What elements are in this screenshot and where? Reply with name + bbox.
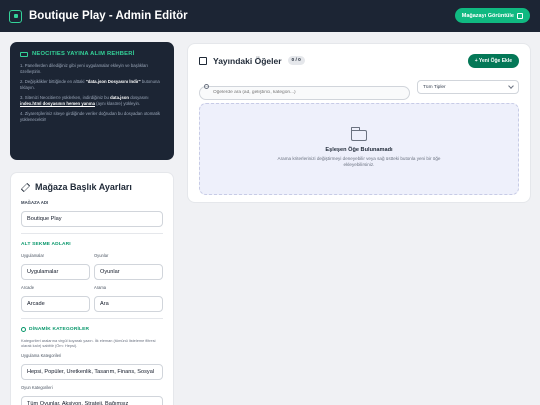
search-icon — [204, 84, 209, 89]
guide-title: NEOCITIES YAYINA ALIM REHBERİ — [20, 51, 164, 57]
item-count-badge: 0 / 0 — [287, 56, 305, 65]
divider — [21, 233, 163, 234]
empty-state-title: Eşleşen Öğe Bulunamadı — [325, 147, 393, 153]
publish-guide-panel: NEOCITIES YAYINA ALIM REHBERİ 1. Panelle… — [10, 42, 174, 160]
games-tab-input[interactable] — [94, 264, 163, 280]
empty-state-text: Arama kriterlerinizi değiştirmeyi deneye… — [277, 156, 441, 167]
guide-step-3: 3. Sitenizi Neocities'e yüklerken, indir… — [20, 94, 149, 107]
chevron-down-icon — [508, 83, 514, 89]
guide-step-2: 2. Değişiklikler bittiğinde en alttaki "… — [20, 78, 160, 91]
dynamic-categories-section-title: DİNAMİK KATEGORİLER — [21, 327, 163, 332]
gear-icon — [21, 327, 26, 332]
app-title: Boutique Play - Admin Editör — [29, 10, 188, 22]
pencil-icon — [20, 182, 31, 192]
items-title: Yayındaki Öğeler — [213, 55, 282, 66]
games-tab-label: Oyunlar — [94, 253, 109, 258]
game-categories-input[interactable] — [21, 396, 163, 405]
top-bar: Boutique Play - Admin Editör Mağazayı Gö… — [0, 0, 540, 32]
dynamic-categories-help: Kategorileri aralarına virgül koyarak ya… — [21, 338, 156, 349]
open-folder-icon — [350, 127, 367, 141]
store-name-label: MAĞAZA ADI — [21, 200, 49, 205]
divider — [21, 318, 163, 319]
guide-step-4: 4. Ziyaretçileriniz siteye girdiğinde ve… — [20, 110, 160, 122]
empty-state: Eşleşen Öğe Bulunamadı Arama kriterlerin… — [199, 103, 519, 195]
type-filter-value: Tüm Tipler — [423, 84, 446, 90]
published-items-panel: Yayındaki Öğeler 0 / 0 + Yeni Öğe Ekle T… — [187, 43, 531, 203]
view-store-button[interactable]: Mağazayı Görüntüle — [454, 8, 530, 23]
settings-title: Mağaza Başlık Ayarları — [35, 182, 132, 192]
app-categories-input[interactable] — [21, 364, 163, 381]
app-categories-label: Uygulama Kategorileri — [21, 353, 62, 359]
graduation-cap-icon — [20, 51, 28, 57]
game-categories-label: Oyun Kategorileri — [21, 385, 53, 391]
store-settings-panel: Mağaza Başlık Ayarları MAĞAZA ADI ALT SE… — [10, 172, 174, 405]
search-tab-label: Arama — [94, 285, 107, 290]
tab-names-section-title: ALT SEKME ADLARI — [21, 242, 71, 247]
guide-step-1: 1. Panellerden dilediğiniz gibi yeni uyg… — [20, 63, 149, 75]
item-search-input[interactable] — [199, 85, 410, 100]
guide-steps: 1. Panellerden dilediğiniz gibi yeni uyg… — [20, 63, 164, 123]
apps-tab-input[interactable] — [21, 264, 90, 280]
arcade-tab-label: Arcade — [21, 285, 34, 290]
apps-tab-label: Uygulamalar — [21, 253, 44, 258]
list-icon — [199, 56, 207, 65]
type-filter-select[interactable]: Tüm Tipler — [417, 80, 519, 94]
view-store-label: Mağazayı Görüntüle — [461, 12, 514, 19]
arcade-tab-input[interactable] — [21, 296, 90, 312]
search-tab-input[interactable] — [94, 296, 163, 312]
external-link-icon — [517, 12, 523, 19]
app-logo-icon — [9, 9, 22, 23]
add-item-button[interactable]: + Yeni Öğe Ekle — [467, 53, 519, 68]
store-name-input[interactable] — [21, 211, 163, 227]
